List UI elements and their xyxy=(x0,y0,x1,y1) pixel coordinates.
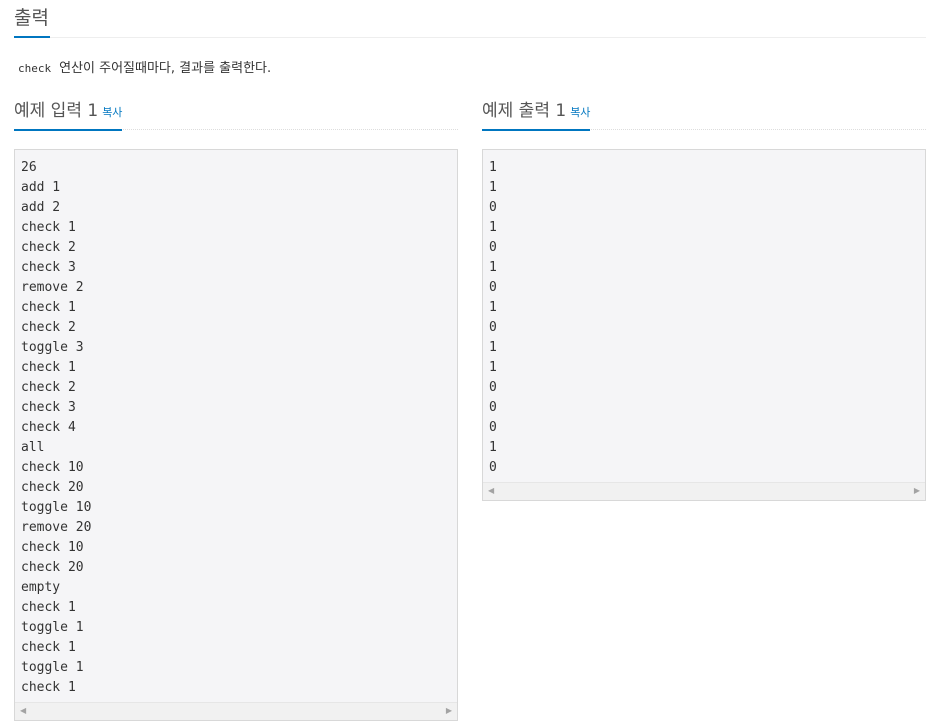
code-line: 1 xyxy=(489,300,497,315)
sample-input-header: 예제 입력 1 복사 xyxy=(14,92,458,131)
sample-output-lines: 1 1 0 1 0 1 0 1 0 1 1 0 0 0 1 0 xyxy=(489,158,497,478)
code-line: check 20 xyxy=(21,560,84,575)
sample-input-copy-button[interactable]: 복사 xyxy=(102,106,122,119)
scroll-left-arrow-icon[interactable]: ◀ xyxy=(20,707,26,715)
sample-output-title-wrap: 예제 출력 1 복사 xyxy=(482,100,591,131)
sample-input-title-wrap: 예제 입력 1 복사 xyxy=(14,100,123,131)
code-line: 1 xyxy=(489,220,497,235)
code-line: 0 xyxy=(489,280,497,295)
code-line: 0 xyxy=(489,320,497,335)
output-description-text: 연산이 주어질때마다, 결과를 출력한다. xyxy=(59,61,272,76)
code-line: add 2 xyxy=(21,200,61,215)
code-line: check 1 xyxy=(21,600,76,615)
code-line: empty xyxy=(21,580,61,595)
code-line: 0 xyxy=(489,380,497,395)
sample-output-scrollbar[interactable]: ◀ ▶ xyxy=(483,482,925,500)
code-line: check 1 xyxy=(21,300,76,315)
sample-input-lines: 26 add 1 add 2 check 1 check 2 check 3 remove … xyxy=(21,158,91,698)
code-line: check 20 xyxy=(21,480,84,495)
code-line: 0 xyxy=(489,460,497,475)
code-line: remove 20 xyxy=(21,520,92,535)
scroll-right-arrow-icon[interactable]: ▶ xyxy=(914,487,920,495)
check-code: check xyxy=(14,60,56,77)
code-line: add 1 xyxy=(21,180,61,195)
code-line: check 2 xyxy=(21,240,76,255)
code-line: toggle 1 xyxy=(21,660,84,675)
code-line: check 1 xyxy=(21,640,76,655)
code-line: check 1 xyxy=(21,220,76,235)
code-line: toggle 3 xyxy=(21,340,84,355)
code-line: check 3 xyxy=(21,260,76,275)
sample-input-title: 예제 입력 1 xyxy=(14,101,99,121)
code-line: toggle 1 xyxy=(21,620,84,635)
code-line: remove 2 xyxy=(21,280,84,295)
code-line: check 3 xyxy=(21,400,76,415)
code-line: 1 xyxy=(489,180,497,195)
code-line: check 1 xyxy=(21,680,76,695)
code-line: 1 xyxy=(489,360,497,375)
code-line: check 2 xyxy=(21,320,76,335)
scroll-left-arrow-icon[interactable]: ◀ xyxy=(488,487,494,495)
code-line: check 10 xyxy=(21,540,84,555)
code-line: 1 xyxy=(489,440,497,455)
code-line: 1 xyxy=(489,160,497,175)
code-line: check 4 xyxy=(21,420,76,435)
code-line: check 10 xyxy=(21,460,84,475)
sample-input-scrollbar[interactable]: ◀ ▶ xyxy=(15,702,457,720)
sample-output-title: 예제 출력 1 xyxy=(482,101,567,121)
code-line: check 2 xyxy=(21,380,76,395)
code-line: 0 xyxy=(489,240,497,255)
code-line: 1 xyxy=(489,340,497,355)
code-line: 0 xyxy=(489,420,497,435)
code-line: 0 xyxy=(489,400,497,415)
code-line: 1 xyxy=(489,260,497,275)
code-line: toggle 10 xyxy=(21,500,92,515)
code-line: 0 xyxy=(489,200,497,215)
scroll-right-arrow-icon[interactable]: ▶ xyxy=(446,707,452,715)
output-description: check 연산이 주어질때마다, 결과를 출력한다. xyxy=(14,60,271,78)
sample-output-copy-button[interactable]: 복사 xyxy=(570,106,590,119)
output-section-title: 출력 xyxy=(14,6,50,38)
code-line: all xyxy=(21,440,45,455)
code-line: 26 xyxy=(21,160,37,175)
output-section-header: 출력 xyxy=(14,0,926,38)
sample-output-header: 예제 출력 1 복사 xyxy=(482,92,926,131)
code-line: check 1 xyxy=(21,360,76,375)
sample-input-box[interactable]: 26 add 1 add 2 check 1 check 2 check 3 remove … xyxy=(14,149,458,721)
sample-output-box[interactable]: 1 1 0 1 0 1 0 1 0 1 1 0 0 0 1 0 ◀ ▶ xyxy=(482,149,926,501)
